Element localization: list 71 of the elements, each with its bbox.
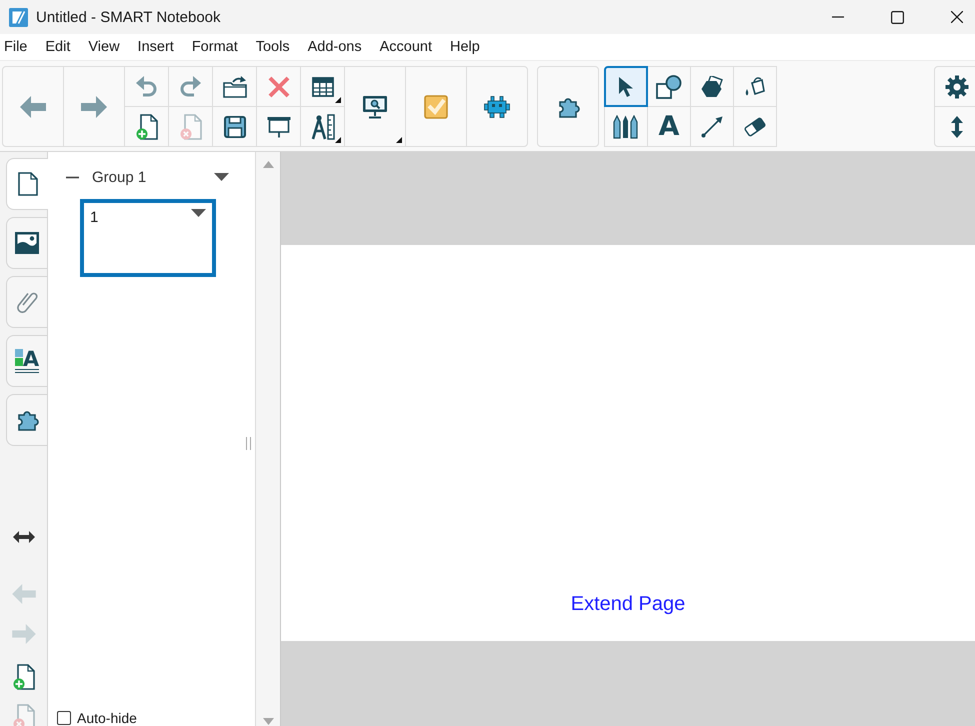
sidebar-tab[interactable] <box>6 394 47 446</box>
eraser-tool-button[interactable] <box>733 106 777 147</box>
dropdown-arrow-icon[interactable] <box>214 173 229 181</box>
redo-icon <box>180 76 201 97</box>
menu-item[interactable]: Insert <box>134 36 178 58</box>
robot-icon <box>484 96 510 118</box>
line-icon <box>701 116 723 138</box>
group-name: Group 1 <box>92 168 146 186</box>
image-icon <box>15 232 39 254</box>
extend-page-link[interactable]: Extend Page <box>570 593 686 616</box>
sidebar-tab[interactable] <box>6 217 47 269</box>
fill-tool-button[interactable] <box>733 66 777 107</box>
sidebar-tab[interactable] <box>6 158 48 210</box>
back-button[interactable] <box>2 66 64 147</box>
delete-page-icon <box>180 114 202 140</box>
sidebar-tab[interactable]: A <box>6 335 47 387</box>
menu-item[interactable]: Account <box>376 36 436 58</box>
dropdown-corner-icon <box>335 137 341 143</box>
delete-icon <box>268 76 290 98</box>
paperclip-icon <box>16 290 38 314</box>
checkbox-label: Auto-hide <box>77 710 137 726</box>
left-arrow-icon <box>20 96 46 118</box>
close-icon[interactable] <box>951 11 963 23</box>
checkbox[interactable] <box>57 710 71 724</box>
projector-screen-icon <box>266 116 290 138</box>
whiteboard-page[interactable]: Extend Page <box>281 245 975 641</box>
shapes-icon <box>656 74 682 98</box>
page-thumbnail[interactable]: 1 <box>80 199 216 277</box>
select-tool-button[interactable] <box>604 66 648 107</box>
dropdown-corner-icon <box>335 97 341 103</box>
hexagon-icon <box>700 76 724 98</box>
addon-button[interactable] <box>466 66 528 147</box>
page-icon <box>18 172 38 196</box>
puzzle-piece-icon <box>15 409 39 431</box>
pens-icon <box>613 114 639 138</box>
monitor-icon <box>362 94 388 118</box>
puzzle-piece-icon <box>556 96 580 118</box>
pens-tool-button[interactable] <box>604 106 648 147</box>
dropdown-arrow-icon[interactable] <box>191 209 206 217</box>
pointer-icon <box>618 76 634 98</box>
toolbar-position-button[interactable] <box>934 106 975 147</box>
dropdown-corner-icon <box>396 137 402 143</box>
menu-item[interactable]: Format <box>188 36 242 58</box>
resize-grip-icon[interactable] <box>246 436 250 450</box>
menu-item[interactable]: View <box>84 36 124 58</box>
table-icon <box>312 76 334 96</box>
save-icon <box>224 116 246 138</box>
screen-capture-button[interactable] <box>344 66 406 147</box>
color-swatch-icon <box>14 349 23 373</box>
compass-ruler-icon <box>310 114 334 140</box>
check-square-icon <box>424 94 448 118</box>
folder-icon <box>222 76 246 98</box>
menu-item[interactable]: Edit <box>41 36 74 58</box>
double-arrow-icon[interactable] <box>12 531 34 543</box>
right-arrow-icon <box>81 96 107 118</box>
settings-icon <box>944 74 968 98</box>
settings-button[interactable] <box>934 66 975 107</box>
add-page-icon <box>136 114 158 140</box>
menu-item[interactable]: Help <box>446 36 484 58</box>
vertical-arrows-icon <box>950 116 964 138</box>
menu-item[interactable]: Add-ons <box>304 36 366 58</box>
maximize-icon[interactable] <box>891 10 904 24</box>
undo-icon <box>136 76 157 97</box>
minimize-icon[interactable] <box>832 16 844 18</box>
window-title: Untitled - SMART Notebook <box>36 8 221 26</box>
app-icon <box>9 8 28 26</box>
menu-item[interactable]: File <box>0 36 32 58</box>
menu-item[interactable]: Tools <box>252 36 294 58</box>
add-ons-button[interactable] <box>537 66 599 147</box>
add-page-icon[interactable] <box>12 664 34 690</box>
page-number: 1 <box>90 209 98 226</box>
